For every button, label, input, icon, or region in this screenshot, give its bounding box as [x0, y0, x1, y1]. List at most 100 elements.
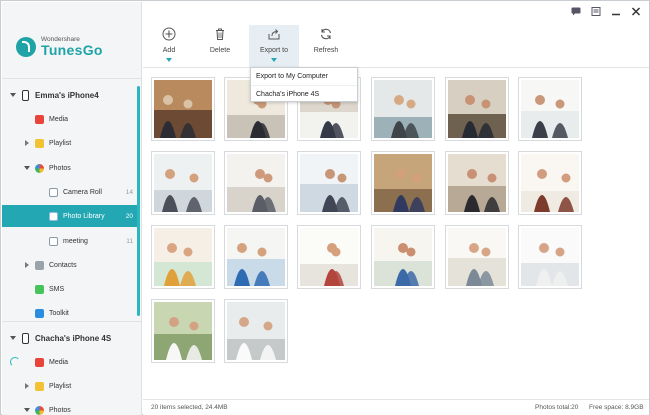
photo-image [227, 228, 285, 286]
expand-arrow-icon[interactable] [25, 262, 29, 268]
add-button-label: Add [162, 47, 176, 54]
photo-thumbnail[interactable] [151, 77, 215, 141]
photo-image [227, 154, 285, 212]
contacts-icon [35, 260, 44, 270]
photo-thumbnail[interactable] [445, 77, 509, 141]
sidebar-item-photo-library[interactable]: Photo Library 20 [2, 205, 137, 227]
photos-icon [35, 163, 44, 173]
photo-image [448, 228, 506, 286]
photo-image [521, 80, 579, 138]
sidebar-item-photos-2[interactable]: Photos [2, 399, 137, 415]
collapse-arrow-icon[interactable] [24, 408, 30, 412]
photo-thumbnail[interactable] [445, 225, 509, 289]
sidebar-item-media-2[interactable]: Media [2, 351, 137, 373]
photo-thumbnail[interactable] [151, 151, 215, 215]
export-button[interactable]: Export to [249, 25, 299, 67]
photo-image [448, 80, 506, 138]
device-name: Chacha's iPhone 4S [35, 333, 112, 343]
photo-thumbnail[interactable] [224, 151, 288, 215]
photo-thumbnail[interactable] [151, 225, 215, 289]
expand-arrow-icon[interactable] [25, 140, 29, 146]
device-chacha-iphone4s[interactable]: Chacha's iPhone 4S [2, 327, 137, 349]
collapse-arrow-icon[interactable] [24, 166, 30, 170]
photo-image [154, 154, 212, 212]
photo-thumbnail[interactable] [371, 151, 435, 215]
photo-thumbnail[interactable] [518, 225, 582, 289]
photo-image [521, 228, 579, 286]
refresh-icon [320, 28, 332, 40]
delete-button-label: Delete [209, 47, 231, 54]
add-dropdown-caret-icon[interactable] [166, 58, 172, 62]
refresh-button[interactable]: Refresh [311, 25, 341, 67]
feedback-icon[interactable] [591, 7, 601, 16]
photo-image [300, 228, 358, 286]
selection-status: 20 items selected, 24.4MB [151, 404, 228, 411]
sidebar-divider [2, 78, 141, 79]
message-icon[interactable] [571, 7, 581, 16]
collapse-arrow-icon[interactable] [10, 336, 16, 340]
delete-button[interactable]: Delete [205, 25, 235, 67]
sidebar-item-playlist-2[interactable]: Playlist [2, 375, 137, 397]
photo-thumbnail[interactable] [297, 225, 361, 289]
expand-arrow-icon[interactable] [25, 383, 29, 389]
sidebar-item-label: Photo Library [63, 212, 105, 220]
photo-image [521, 154, 579, 212]
export-to-computer-option[interactable]: Export to My Computer [251, 68, 357, 85]
photo-image [154, 302, 212, 360]
export-menu: Export to My Computer Chacha's iPhone 4S [250, 67, 358, 102]
photo-thumbnail[interactable] [371, 77, 435, 141]
photo-thumbnail[interactable] [224, 225, 288, 289]
sidebar-divider [2, 321, 141, 322]
photo-thumbnail[interactable] [297, 151, 361, 215]
photo-image [448, 154, 506, 212]
album-icon [49, 187, 58, 197]
sidebar-item-contacts[interactable]: Contacts [2, 254, 137, 276]
playlist-icon [35, 381, 44, 391]
export-to-device-option[interactable]: Chacha's iPhone 4S [251, 85, 357, 102]
photo-thumbnail[interactable] [224, 299, 288, 363]
sidebar-item-photos[interactable]: Photos [2, 157, 137, 179]
photos-icon [35, 405, 44, 415]
photo-image [227, 302, 285, 360]
iphone-icon [22, 89, 29, 101]
app-window: Wondershare TunesGo Emma's iPhone4 Media… [0, 0, 650, 415]
add-icon [162, 27, 176, 41]
sidebar-item-meeting[interactable]: meeting 11 [2, 230, 137, 252]
close-icon[interactable] [631, 7, 641, 16]
sidebar-item-label: SMS [49, 285, 65, 293]
playlist-icon [35, 138, 44, 148]
sidebar-item-label: Media [49, 358, 69, 366]
sidebar-item-label: Media [49, 115, 69, 123]
item-count: 14 [125, 188, 133, 196]
add-button[interactable]: Add [155, 25, 183, 67]
photo-image [154, 80, 212, 138]
sidebar-scrollbar[interactable] [137, 86, 140, 316]
photo-thumbnail[interactable] [371, 225, 435, 289]
photo-thumbnail[interactable] [518, 151, 582, 215]
tunesgo-logo-icon [16, 37, 36, 57]
sidebar-item-label: Contacts [49, 261, 77, 269]
photo-image [374, 228, 432, 286]
photo-thumbnail[interactable] [518, 77, 582, 141]
sidebar-item-camera-roll[interactable]: Camera Roll 14 [2, 181, 137, 203]
photo-image [154, 228, 212, 286]
loading-spinner-icon [10, 357, 20, 367]
collapse-arrow-icon[interactable] [10, 93, 16, 97]
photo-image [300, 154, 358, 212]
sidebar-item-playlist[interactable]: Playlist [2, 132, 137, 154]
sms-icon [35, 284, 44, 294]
device-emma-iphone4[interactable]: Emma's iPhone4 [2, 84, 137, 106]
sidebar-item-media[interactable]: Media [2, 108, 137, 130]
photo-thumbnail[interactable] [151, 299, 215, 363]
sidebar-item-sms[interactable]: SMS [2, 278, 137, 300]
album-icon [49, 211, 58, 221]
app-logo: Wondershare TunesGo [16, 34, 103, 60]
photo-image [374, 154, 432, 212]
album-icon [49, 236, 58, 246]
sidebar-item-label: Playlist [49, 382, 72, 390]
minimize-icon[interactable] [611, 7, 621, 16]
export-dropdown-caret-icon[interactable] [271, 58, 277, 62]
sidebar-item-label: Photos [49, 164, 71, 172]
photo-thumbnail[interactable] [445, 151, 509, 215]
toolbar: Add Delete Export to Refresh [143, 21, 649, 68]
